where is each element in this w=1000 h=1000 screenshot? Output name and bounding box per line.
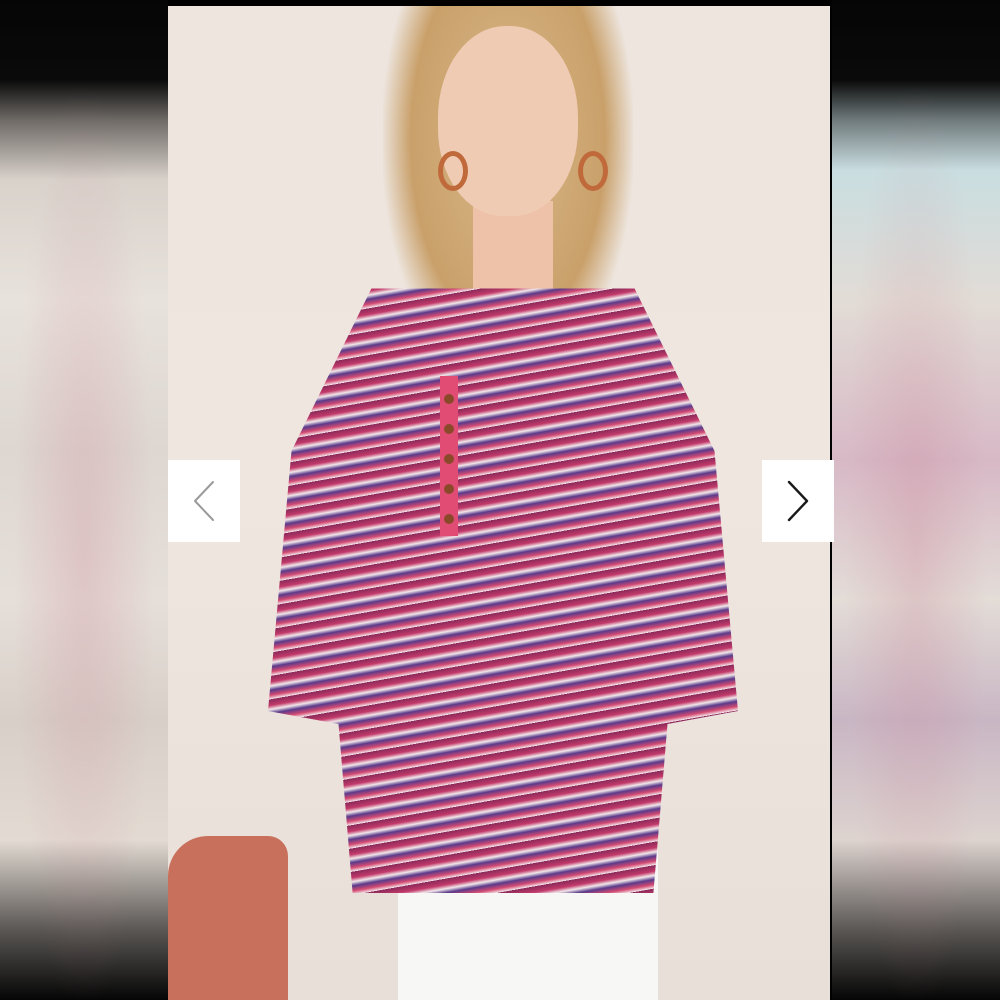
- held-jacket: [168, 836, 288, 1000]
- blurred-backdrop-right: [832, 0, 1000, 1000]
- earring-left: [438, 151, 468, 191]
- product-photo: [168, 6, 830, 1000]
- blouse-button: [444, 484, 454, 494]
- previous-image-button[interactable]: [168, 460, 240, 542]
- blurred-backdrop-left: [0, 0, 168, 1000]
- chevron-right-icon: [787, 480, 809, 522]
- blouse-button: [444, 424, 454, 434]
- blouse-button: [444, 394, 454, 404]
- earring-right: [578, 151, 608, 191]
- blouse-button: [444, 514, 454, 524]
- next-image-button[interactable]: [762, 460, 834, 542]
- chevron-left-icon: [194, 481, 214, 521]
- image-viewer: [0, 0, 1000, 1000]
- blouse-button: [444, 454, 454, 464]
